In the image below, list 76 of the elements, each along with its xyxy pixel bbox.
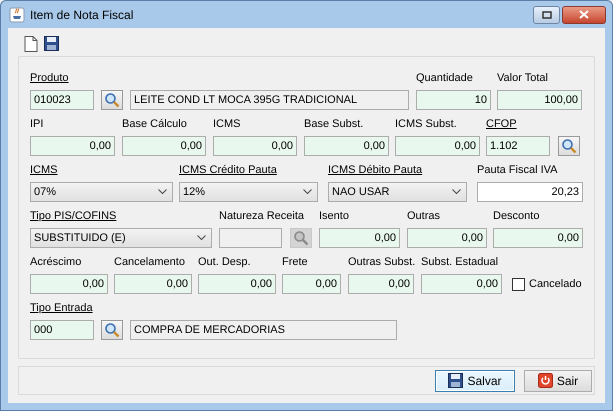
field-label: Valor Total [497,71,548,85]
close-button[interactable] [562,6,606,24]
checkbox-label: Cancelado [529,276,582,292]
input-field[interactable]: 0,00 [348,274,414,294]
power-icon [538,373,553,388]
dropdown[interactable]: SUBSTITUIDO (E) [30,228,212,248]
field-label: Cancelamento [114,255,185,269]
caret-icon [197,235,206,241]
input-field[interactable]: 0,00 [319,228,400,248]
field-link[interactable]: ICMS Débito Pauta [328,163,422,177]
input-field[interactable]: 000 [30,320,94,340]
window-title: Item de Nota Fiscal [30,6,134,24]
checkbox[interactable] [512,278,525,290]
input-field[interactable]: 0,00 [30,274,108,294]
input-field[interactable]: 100,00 [497,90,582,110]
new-document-icon[interactable] [24,36,38,52]
input-field[interactable]: 20,23 [477,182,583,202]
field-label: Quantidade [416,71,473,85]
caret-icon [452,189,461,195]
search-button[interactable] [101,90,123,110]
dropdown[interactable]: NAO USAR [328,182,467,202]
field-label: Isento [319,209,349,223]
search-icon [561,138,577,154]
field-label: ICMS Subst. [395,117,457,131]
search-button[interactable] [558,136,580,156]
field-link[interactable]: Tipo PIS/COFINS [30,209,116,223]
field-label: ICMS [213,117,240,131]
dropdown[interactable]: 07% [30,182,173,202]
field-link[interactable]: CFOP [486,117,517,131]
close-icon [579,10,589,19]
input-field[interactable]: 0,00 [407,228,487,248]
input-field[interactable]: 10 [416,90,491,110]
input-field[interactable]: 0,00 [304,136,389,156]
field-label: Desconto [493,209,540,223]
field-link[interactable]: ICMS Crédito Pauta [179,163,277,177]
field-label: Frete [282,255,308,269]
field-link[interactable]: Tipo Entrada [30,301,93,315]
field-label: Base Subst. [304,117,364,131]
search-icon [104,92,120,108]
readonly-field: LEITE COND LT MOCA 395G TRADICIONAL [130,90,409,110]
input-field[interactable]: 0,00 [114,274,192,294]
field-label: Out. Desp. [198,255,251,269]
search-icon [293,230,309,246]
input-field[interactable]: 0,00 [198,274,276,294]
field-label: Base Cálculo [122,117,187,131]
input-field[interactable]: 0,00 [282,274,341,294]
field-label: Natureza Receita [219,209,304,223]
save-button[interactable]: Salvar [435,370,515,392]
input-field[interactable]: 010023 [30,90,94,110]
field-label: Outras Subst. [348,255,416,269]
field-label: Outras [407,209,440,223]
input-field[interactable]: 1.102 [486,136,550,156]
input-field[interactable]: 0,00 [493,228,583,248]
search-icon [104,322,120,338]
field-label: Subst. Estadual [421,255,498,269]
dropdown[interactable]: 12% [179,182,318,202]
field-link[interactable]: ICMS [30,163,58,177]
input-field[interactable]: 0,00 [30,136,115,156]
restore-icon [542,10,552,18]
field-link[interactable]: Produto [30,71,69,85]
exit-button[interactable]: Sair [524,370,592,392]
search-button[interactable] [101,320,123,340]
field-label: Acréscimo [30,255,82,269]
input-field[interactable]: 0,00 [213,136,297,156]
field-label: IPI [30,117,44,131]
readonly-field: COMPRA DE MERCADORIAS [130,320,397,340]
field-label: Pauta Fiscal IVA [477,163,558,177]
caret-icon [303,189,312,195]
caret-icon [158,189,167,195]
save-icon[interactable] [44,36,59,51]
readonly-field [219,228,282,248]
input-field[interactable]: 0,00 [122,136,206,156]
restore-button[interactable] [533,6,560,24]
input-field[interactable]: 0,00 [395,136,480,156]
app-icon [9,6,25,22]
input-field[interactable]: 0,00 [421,274,502,294]
